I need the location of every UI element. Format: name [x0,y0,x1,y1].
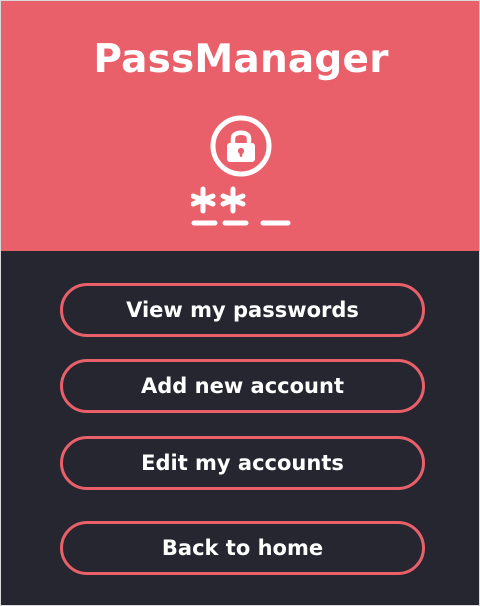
app-window: PassManager View my passwords Add new ac… [0,0,480,606]
back-home-button[interactable]: Back to home [60,521,425,575]
app-title: PassManager [93,37,389,82]
menu-panel: View my passwords Add new account Edit m… [1,251,479,605]
edit-accounts-button[interactable]: Edit my accounts [60,436,425,490]
app-header: PassManager [1,1,479,251]
view-passwords-button[interactable]: View my passwords [60,283,425,337]
add-account-button[interactable]: Add new account [60,359,425,413]
padlock-password-icon [191,115,291,226]
